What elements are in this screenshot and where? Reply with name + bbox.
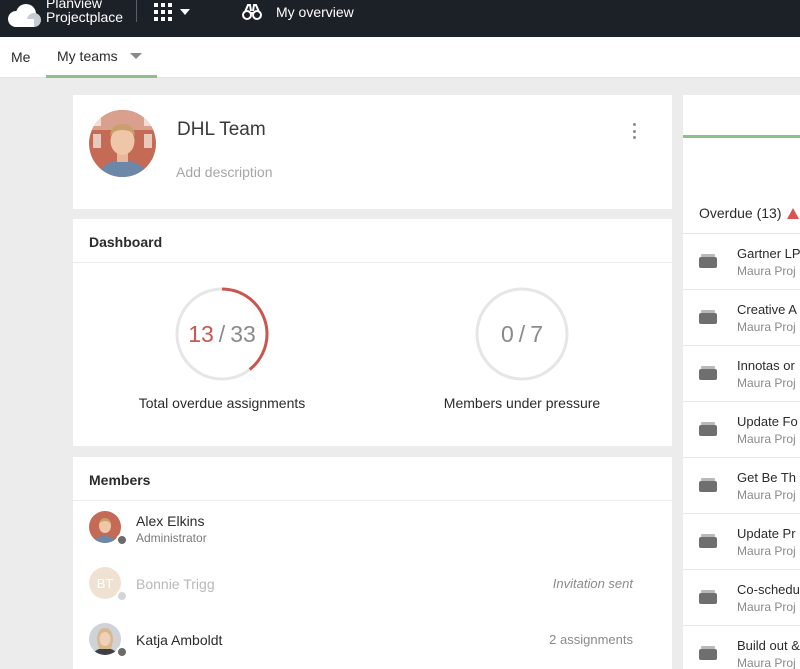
tab-my-teams[interactable]: My teams	[46, 37, 157, 78]
top-navigation-bar: Planview Projectplace My overview	[0, 0, 800, 37]
member-row[interactable]: Katja Amboldt 2 assignments	[73, 612, 672, 668]
tab-my-teams-label: My teams	[57, 48, 118, 64]
task-row[interactable]: Gartner LP Maura Proj	[683, 234, 800, 290]
task-title: Build out &	[737, 638, 800, 653]
member-name: Alex Elkins	[136, 513, 205, 529]
task-title: Creative A	[737, 302, 797, 317]
member-row[interactable]: BT Bonnie Trigg Invitation sent	[73, 556, 672, 612]
task-row[interactable]: Creative A Maura Proj	[683, 290, 800, 346]
team-header-card: DHL Team Add description	[73, 95, 672, 209]
task-project: Maura Proj	[737, 264, 796, 278]
card-icon	[699, 366, 717, 380]
card-icon	[699, 310, 717, 324]
avatar-photo	[89, 110, 156, 177]
warning-icon	[787, 207, 800, 219]
panel-accent-bar	[683, 135, 800, 138]
binoculars-icon	[242, 4, 262, 20]
topbar-divider	[136, 0, 137, 22]
overdue-total: 33	[230, 320, 256, 347]
app-switcher-button[interactable]	[154, 2, 204, 22]
task-row[interactable]: Get Be Th Maura Proj	[683, 458, 800, 514]
presence-indicator	[116, 534, 128, 546]
tab-bar: Me My teams	[0, 37, 800, 78]
team-name[interactable]: DHL Team	[177, 119, 266, 141]
pressure-total: 7	[530, 320, 543, 347]
pressure-value: 0	[501, 320, 514, 347]
divider	[73, 262, 672, 263]
task-project: Maura Proj	[737, 544, 796, 558]
card-icon	[699, 646, 717, 660]
invitation-status: Invitation sent	[552, 576, 633, 591]
member-name: Katja Amboldt	[136, 632, 223, 648]
pressure-count: 0 / 7	[474, 286, 570, 382]
task-title: Get Be Th	[737, 470, 797, 485]
overdue-heading: Overdue (13)	[699, 205, 782, 221]
member-name: Bonnie Trigg	[136, 576, 215, 592]
tab-me[interactable]: Me	[11, 37, 30, 77]
chevron-down-icon	[180, 9, 190, 15]
task-row[interactable]: Co-schedu Maura Proj	[683, 570, 800, 626]
task-project: Maura Proj	[737, 600, 796, 614]
card-icon	[699, 422, 717, 436]
logo-line-2: Projectplace	[46, 9, 124, 25]
task-title: Gartner LP	[737, 246, 800, 261]
task-row[interactable]: Build out & Maura Proj	[683, 626, 800, 669]
card-icon	[699, 254, 717, 268]
card-icon	[699, 590, 717, 604]
team-description-field[interactable]: Add description	[176, 164, 273, 180]
task-title: Innotas or	[737, 358, 795, 373]
task-project: Maura Proj	[737, 656, 796, 669]
presence-indicator	[116, 590, 128, 602]
grid-icon	[154, 3, 172, 21]
page-title: My overview	[276, 4, 354, 20]
task-row[interactable]: Innotas or Maura Proj	[683, 346, 800, 402]
separator: /	[518, 320, 526, 347]
cloud-logo-icon	[8, 4, 41, 27]
task-project: Maura Proj	[737, 432, 796, 446]
dashboard-title: Dashboard	[89, 234, 163, 250]
pressure-label: Members under pressure	[443, 395, 601, 411]
card-icon	[699, 534, 717, 548]
my-overview-link[interactable]: My overview	[242, 2, 354, 22]
logo-text: Planview Projectplace	[46, 0, 123, 24]
members-title: Members	[89, 472, 151, 488]
task-project: Maura Proj	[737, 488, 796, 502]
overdue-value: 13	[188, 320, 214, 347]
pressure-gauge[interactable]: 0 / 7	[474, 286, 570, 382]
more-options-icon[interactable]	[629, 121, 639, 141]
assignments-panel: Overdue (13) Gartner LP Maura Proj Creativ…	[683, 95, 800, 669]
presence-indicator	[116, 646, 128, 658]
separator: /	[218, 320, 226, 347]
team-avatar[interactable]	[89, 110, 156, 177]
overdue-count: 13 / 33	[174, 286, 270, 382]
task-title: Update Pr	[737, 526, 796, 541]
task-title: Co-schedu	[737, 582, 800, 597]
overdue-gauge[interactable]: 13 / 33	[174, 286, 270, 382]
overdue-label: Total overdue assignments	[138, 395, 306, 411]
task-title: Update Fo	[737, 414, 798, 429]
task-project: Maura Proj	[737, 320, 796, 334]
member-role: Administrator	[136, 531, 207, 545]
assignment-count[interactable]: 2 assignments	[549, 632, 633, 647]
member-row[interactable]: Alex Elkins Administrator	[73, 500, 672, 556]
planview-logo[interactable]: Planview Projectplace	[6, 0, 126, 36]
task-row[interactable]: Update Pr Maura Proj	[683, 514, 800, 570]
task-row[interactable]: Update Fo Maura Proj	[683, 402, 800, 458]
task-project: Maura Proj	[737, 376, 796, 390]
members-card: Members Alex Elkins Administrator BT Bon…	[73, 457, 672, 669]
card-icon	[699, 478, 717, 492]
dashboard-card: Dashboard 13 / 33 Total overdue assignme…	[73, 219, 672, 446]
overdue-section-header[interactable]: Overdue (13)	[699, 205, 800, 221]
chevron-down-icon[interactable]	[129, 53, 142, 59]
